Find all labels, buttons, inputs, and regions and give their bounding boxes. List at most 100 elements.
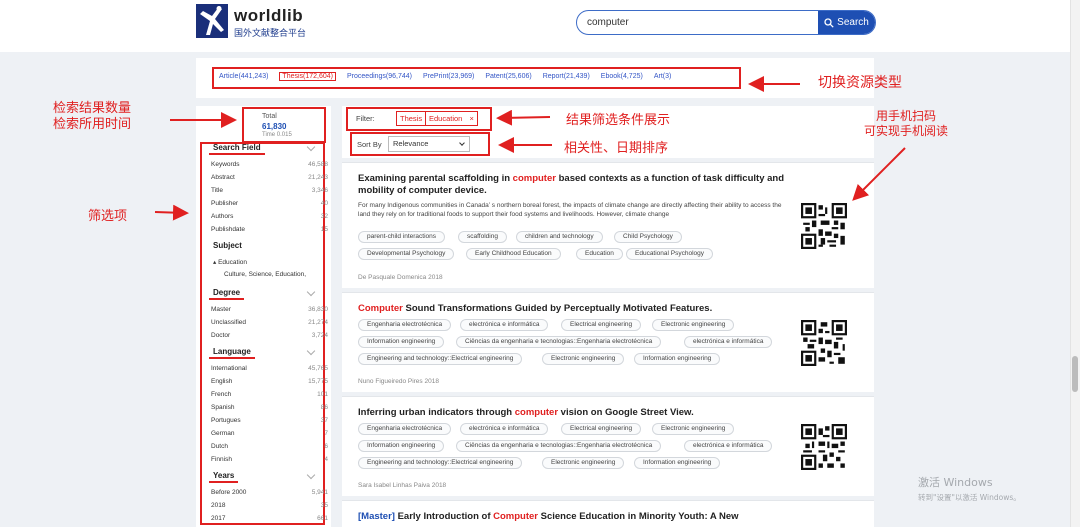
search-time: Time 0.015: [262, 132, 292, 138]
annotation-filter: 结果筛选条件展示: [566, 113, 671, 128]
facet-row[interactable]: Portugues 37: [211, 417, 328, 424]
result-author[interactable]: De Pasquale Domenica 2018: [358, 274, 443, 281]
tab-article[interactable]: Article(441,243): [219, 73, 268, 81]
facet-row[interactable]: French 101: [211, 391, 328, 398]
result-title[interactable]: Examining parental scaffolding in comput…: [358, 173, 788, 197]
facet-title-years[interactable]: Years: [208, 471, 239, 483]
facet-row[interactable]: Abstract 21,243: [211, 174, 328, 181]
scrollbar-track[interactable]: [1070, 0, 1080, 527]
sort-label: Sort By: [357, 140, 382, 149]
keyword-chip[interactable]: Ciências da engenharia e tecnologias::En…: [456, 336, 662, 348]
close-icon[interactable]: ×: [469, 114, 473, 123]
result-author[interactable]: Sara Isabel Linhas Paiva 2018: [358, 482, 446, 489]
tab-art[interactable]: Art(3): [654, 73, 672, 81]
tab-proceedings[interactable]: Proceedings(96,744): [347, 73, 412, 81]
logo[interactable]: worldlib 国外文献整合平台: [196, 4, 326, 44]
result-card: Examining parental scaffolding in comput…: [342, 162, 874, 288]
facet-row[interactable]: Authors 32: [211, 213, 328, 220]
result-title[interactable]: [Master] Early Introduction of Computer …: [358, 511, 788, 523]
keyword-chip[interactable]: electrónica e informática: [684, 440, 773, 452]
subject-item[interactable]: ▴ Education: [213, 258, 247, 266]
brand-subtitle: 国外文献整合平台: [234, 29, 307, 39]
qr-code-icon[interactable]: [801, 203, 847, 249]
tab-ebook[interactable]: Ebook(4,725): [601, 73, 643, 81]
facet-row[interactable]: English 15,775: [211, 378, 328, 385]
keyword-chip[interactable]: electrónica e informática: [460, 319, 549, 331]
result-card: [Master] Early Introduction of Computer …: [342, 500, 874, 527]
facet-row[interactable]: 2017 661: [211, 515, 328, 522]
keyword-chip[interactable]: Engenharia electrotécnica: [358, 319, 452, 331]
search-button-label: Search: [837, 17, 869, 28]
filter-tag-education[interactable]: Education ×: [425, 111, 478, 126]
facet-sidebar: Total 61,830 Time 0.015 Search Field Key…: [196, 106, 331, 527]
keyword-chip[interactable]: children and technology: [516, 231, 603, 243]
result-author[interactable]: Nuno Figueiredo Pires 2018: [358, 378, 439, 385]
keyword-chip[interactable]: Information engineering: [634, 457, 721, 469]
keyword-chip[interactable]: Ciências da engenharia e tecnologias::En…: [456, 440, 662, 452]
sort-select[interactable]: Relevance: [388, 136, 470, 152]
annotation-mobile: 用手机扫码 可实现手机阅读: [864, 109, 949, 138]
chevron-down-icon: [459, 140, 465, 146]
facet-title-degree[interactable]: Degree: [208, 288, 245, 300]
keyword-chip[interactable]: electrónica e informática: [460, 423, 549, 435]
facet-row[interactable]: Publishdate 15: [211, 226, 328, 233]
filter-label: Filter:: [356, 114, 375, 123]
keyword-chip[interactable]: Electronic engineering: [652, 319, 735, 331]
keyword-chip[interactable]: Information engineering: [358, 336, 445, 348]
subject-item[interactable]: Culture, Science, Education,: [224, 271, 306, 278]
keyword-chip[interactable]: Educational Psychology: [626, 248, 714, 260]
keyword-chip[interactable]: Information engineering: [358, 440, 445, 452]
facet-row[interactable]: Keywords 46,588: [211, 161, 328, 168]
keyword-chip[interactable]: Engineering and technology::Electrical e…: [358, 457, 523, 469]
facet-row[interactable]: Before 2000 5,941: [211, 489, 328, 496]
keyword-chip[interactable]: Early Childhood Education: [466, 248, 561, 260]
search-input[interactable]: [577, 11, 819, 34]
filter-tag-thesis[interactable]: Thesis: [396, 111, 427, 126]
keyword-chip[interactable]: Electronic engineering: [542, 353, 625, 365]
windows-watermark: 激活 Windows 转到"设置"以激活 Windows。: [918, 476, 1021, 502]
facet-row[interactable]: German 7: [211, 430, 328, 437]
facet-title-language[interactable]: Language: [209, 347, 255, 359]
facet-row[interactable]: Doctor 3,724: [211, 332, 328, 339]
keyword-chip[interactable]: electrónica e informática: [684, 336, 773, 348]
facet-title-subject[interactable]: Subject: [213, 241, 242, 250]
keyword-chip[interactable]: Electronic engineering: [652, 423, 735, 435]
tab-patent[interactable]: Patent(25,606): [485, 73, 531, 81]
facet-row[interactable]: 2018 35: [211, 502, 328, 509]
tab-thesis[interactable]: Thesis(172,604): [279, 72, 337, 81]
brand-name: worldlib: [234, 6, 304, 25]
keyword-chip[interactable]: Electronic engineering: [542, 457, 625, 469]
facet-row[interactable]: Dutch 6: [211, 443, 328, 450]
tab-report[interactable]: Report(21,439): [543, 73, 590, 81]
keyword-chip[interactable]: Developmental Psychology: [358, 248, 455, 260]
facet-row[interactable]: Spanish 86: [211, 404, 328, 411]
keyword-chip[interactable]: scaffolding: [458, 231, 507, 243]
keyword-chip[interactable]: Information engineering: [634, 353, 721, 365]
facet-row[interactable]: Finnish 4: [211, 456, 328, 463]
tab-preprint[interactable]: PrePrint(23,969): [423, 73, 474, 81]
keyword-chip[interactable]: Engineering and technology::Electrical e…: [358, 353, 523, 365]
result-title[interactable]: Inferring urban indicators through compu…: [358, 407, 788, 419]
keyword-chip[interactable]: Electrical engineering: [561, 423, 642, 435]
keyword-chip[interactable]: Education: [576, 248, 623, 260]
keyword-chip[interactable]: Electrical engineering: [561, 319, 642, 331]
annotation-switch-type: 切换资源类型: [818, 75, 902, 91]
keyword-chip[interactable]: parent-child interactions: [358, 231, 446, 243]
result-summary: Total 61,830 Time 0.015: [242, 107, 326, 143]
facet-row[interactable]: Publisher 40: [211, 200, 328, 207]
result-title[interactable]: Computer Sound Transformations Guided by…: [358, 303, 788, 315]
search-box: Search: [576, 10, 876, 35]
search-button[interactable]: Search: [818, 11, 875, 34]
qr-code-icon[interactable]: [801, 424, 847, 470]
facet-row[interactable]: International 45,765: [211, 365, 328, 372]
keyword-chip[interactable]: Engenharia electrotécnica: [358, 423, 452, 435]
facet-row[interactable]: Master 36,830: [211, 306, 328, 313]
scrollbar-thumb[interactable]: [1072, 356, 1078, 392]
annotation-count-time: 检索结果数量 检索所用时间: [53, 101, 132, 132]
result-card: Inferring urban indicators through compu…: [342, 396, 874, 496]
qr-code-icon[interactable]: [801, 320, 847, 366]
facet-title-search-field[interactable]: Search Field: [209, 143, 265, 155]
facet-row[interactable]: Unclassified 21,274: [211, 319, 328, 326]
keyword-chip[interactable]: Child Psychology: [614, 231, 682, 243]
facet-row[interactable]: Title 3,346: [211, 187, 328, 194]
